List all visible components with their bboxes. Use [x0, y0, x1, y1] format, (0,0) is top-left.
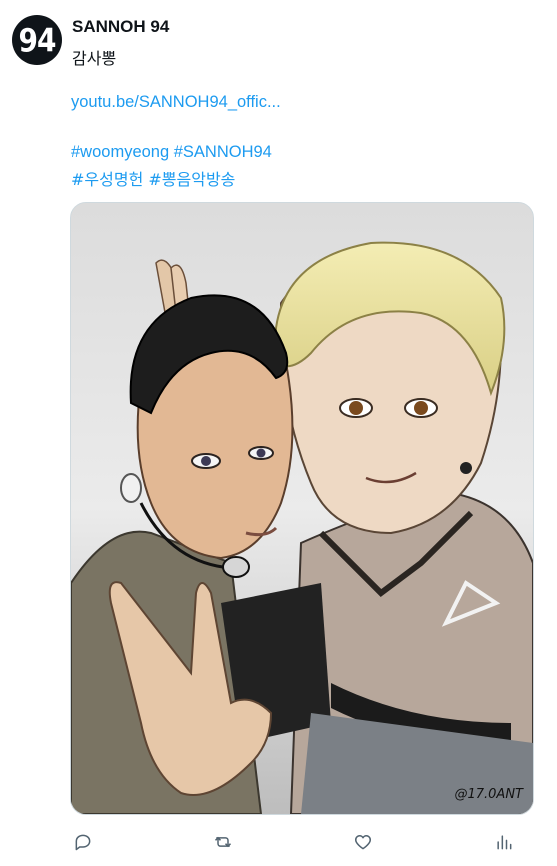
reply-button[interactable]: [70, 829, 96, 855]
retweet-icon: [214, 836, 232, 848]
tweet-image[interactable]: @17.0ANT: [70, 202, 534, 815]
views-button[interactable]: [491, 829, 517, 855]
hashtags-korean[interactable]: #우성명헌 #뽕음악방송: [71, 166, 235, 190]
like-button[interactable]: [350, 829, 376, 855]
display-name[interactable]: SANNOH 94: [72, 17, 169, 37]
tweet-text: 감사뽕: [72, 49, 117, 68]
image-watermark: @17.0ANT: [454, 787, 523, 802]
analytics-icon: [497, 835, 512, 850]
hashtags-english[interactable]: #woomyeong #SANNOH94: [71, 143, 272, 162]
youtube-link[interactable]: youtu.be/SANNOH94_offic...: [71, 93, 281, 112]
reply-icon: [75, 834, 91, 851]
retweet-button[interactable]: [210, 829, 236, 855]
illustration: [71, 203, 533, 814]
avatar-text: 94: [18, 21, 57, 59]
avatar[interactable]: 94: [12, 15, 62, 65]
heart-icon: [354, 835, 372, 850]
